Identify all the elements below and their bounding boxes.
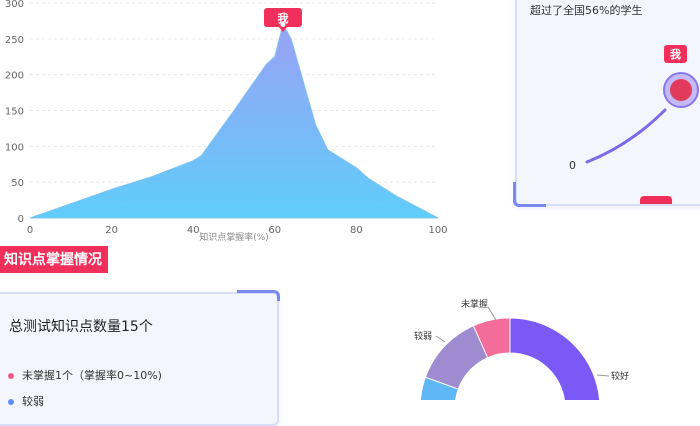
summary-card-corner — [237, 290, 280, 301]
y-tick-label: 100 — [5, 142, 24, 153]
mastery-donut: 未掌握 较弱 较好 — [414, 298, 629, 400]
y-tick-label: 200 — [5, 71, 24, 82]
legend-row-weak: 较弱 — [8, 393, 44, 409]
x-tick-label: 40 — [187, 225, 200, 236]
me-point — [280, 22, 286, 27]
legend-row-unmastered: 未掌握1个（掌握率0~10%) — [8, 367, 162, 383]
me-marker: 我 — [263, 8, 302, 32]
x-tick-label: 100 — [428, 225, 447, 236]
x-axis-label: 知识点掌握率(%) — [199, 231, 269, 243]
y-tick-label: 0 — [18, 214, 24, 225]
rank-card-bottom-tab — [640, 196, 672, 204]
rank-start-label: 0 — [569, 159, 576, 172]
rank-curve — [585, 72, 699, 164]
y-tick-label: 50 — [11, 178, 24, 189]
y-tick-label: 300 — [5, 0, 24, 10]
donut-label-weak: 较弱 — [414, 330, 432, 342]
x-tick-label: 20 — [105, 225, 118, 236]
x-tick-label: 0 — [27, 225, 33, 236]
distribution-area — [29, 23, 439, 219]
donut-label-good: 较好 — [611, 370, 629, 382]
legend-label: 较弱 — [22, 395, 44, 408]
x-tick-label: 80 — [350, 225, 363, 236]
score-distribution-chart: 0 50 100 150 200 250 300 0 20 40 60 80 100 知识点掌握率(%… — [5, 0, 448, 243]
y-tick-label: 250 — [5, 35, 24, 46]
legend-label: 未掌握1个（掌握率0~10%) — [22, 369, 162, 382]
rank-card-corner — [513, 182, 546, 207]
section-tag: 知识点掌握情况 — [0, 246, 108, 273]
summary-card-title: 总测试知识点数量15个 — [9, 319, 153, 335]
donut-segment-good — [509, 317, 601, 400]
avatar-icon — [670, 79, 692, 101]
rank-card-text: 超过了全国56%的学生 — [530, 4, 643, 17]
y-tick-label: 150 — [5, 107, 24, 118]
x-tick-label: 60 — [268, 225, 281, 236]
rank-me-badge: 我 — [664, 45, 687, 63]
legend-dot — [8, 373, 14, 379]
donut-label-unmastered: 未掌握 — [461, 298, 488, 310]
